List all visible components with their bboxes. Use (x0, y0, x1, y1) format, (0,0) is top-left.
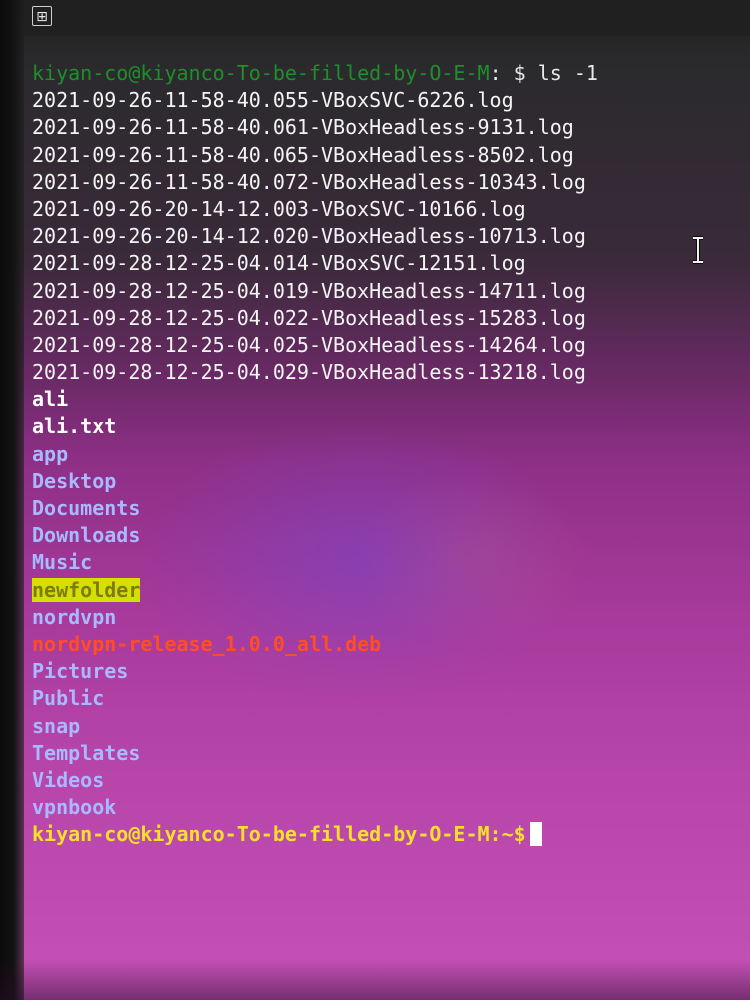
dir-entry-snap: snap (32, 713, 81, 738)
first-prompt-line: kiyan-co@kiyanco-To-be-filled-by-O-E-M: … (32, 60, 732, 87)
dir-entry-vpnbook: vpnbook (32, 795, 117, 820)
terminal-titlebar (24, 0, 750, 36)
text-cursor-ibeam-icon (693, 236, 703, 264)
file-entry: 2021-09-26-11-58-40.055-VBoxSVC-6226.log (32, 88, 514, 113)
dir-entry-pictures: Pictures (32, 659, 129, 684)
screen-bottom-shade (0, 960, 750, 1000)
dir-entry-newfolder-line: newfolder (32, 577, 732, 604)
monitor-bezel-left (0, 0, 24, 1000)
file-entry: 2021-09-28-12-25-04.025-VBoxHeadless-142… (32, 332, 586, 357)
file-entry: 2021-09-26-20-14-12.020-VBoxHeadless-107… (32, 224, 586, 249)
file-entry: 2021-09-26-11-58-40.061-VBoxHeadless-913… (32, 115, 574, 140)
text-cursor-block (529, 822, 542, 847)
deb-package-entry: nordvpn-release_1.0.0_all.deb (32, 631, 382, 656)
dir-entry-nordvpn: nordvpn (32, 604, 117, 629)
dir-entry-app: app (32, 441, 69, 466)
dir-entry-newfolder: newfolder (32, 577, 141, 602)
file-entry: 2021-09-28-12-25-04.022-VBoxHeadless-152… (32, 305, 586, 330)
last-prompt-line[interactable]: kiyan-co@kiyanco-To-be-filled-by-O-E-M:~… (32, 821, 732, 848)
file-entry-ali: ali (32, 387, 69, 412)
file-entry: 2021-09-26-11-58-40.072-VBoxHeadless-103… (32, 169, 586, 194)
first-prompt-command: : $ ls -1 (489, 61, 598, 85)
last-prompt: kiyan-co@kiyanco-To-be-filled-by-O-E-M:~… (32, 822, 526, 847)
file-entry: 2021-09-28-12-25-04.029-VBoxHeadless-132… (32, 360, 586, 385)
dir-entry-public: Public (32, 686, 105, 711)
dir-entry-music: Music (32, 550, 93, 575)
file-entry: 2021-09-28-12-25-04.019-VBoxHeadless-147… (32, 278, 586, 303)
dir-entry-videos: Videos (32, 767, 105, 792)
file-entry: 2021-09-26-20-14-12.003-VBoxSVC-10166.lo… (32, 196, 526, 221)
file-entry-ali-txt: ali.txt (32, 414, 117, 439)
terminal-output[interactable]: kiyan-co@kiyanco-To-be-filled-by-O-E-M: … (32, 60, 732, 848)
dir-entry-downloads: Downloads (32, 523, 141, 548)
dir-entry-templates: Templates (32, 740, 141, 765)
new-tab-button[interactable]: ⊞ (32, 6, 52, 26)
dir-entry-desktop: Desktop (32, 468, 117, 493)
dir-entry-documents: Documents (32, 496, 141, 520)
file-entry: 2021-09-26-11-58-40.065-VBoxHeadless-850… (32, 142, 574, 167)
terminal-screen: ⊞ kiyan-co@kiyanco-To-be-filled-by-O-E-M… (0, 0, 750, 1000)
first-prompt-user-host: kiyan-co@kiyanco-To-be-filled-by-O-E-M (32, 61, 490, 85)
file-entry: 2021-09-28-12-25-04.014-VBoxSVC-12151.lo… (32, 251, 526, 276)
